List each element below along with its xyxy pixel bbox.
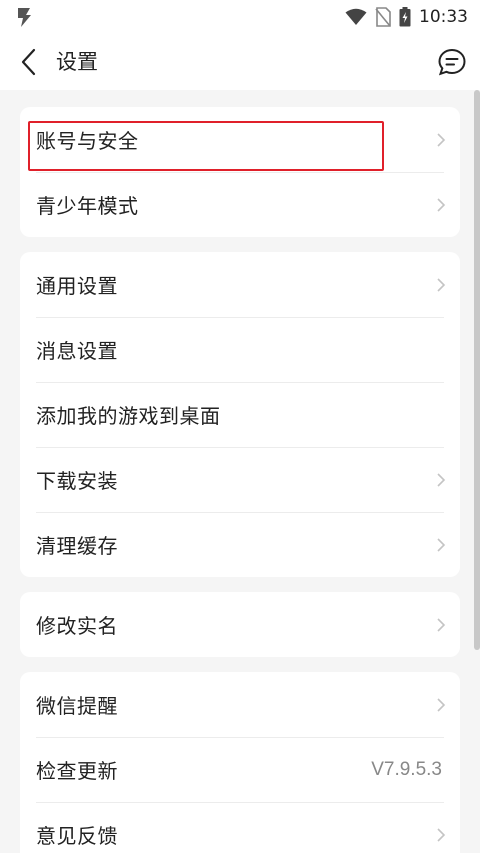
teen-mode-row[interactable]: 青少年模式 [20,172,460,237]
page-title: 设置 [56,50,98,74]
row-label: 添加我的游戏到桌面 [36,404,221,428]
chevron-right-icon [437,277,446,292]
add-games-to-desktop-row[interactable]: 添加我的游戏到桌面 [20,382,460,447]
row-label: 意见反馈 [36,824,118,848]
chevron-right-icon [437,617,446,632]
settings-group-general: 通用设置 消息设置 添加我的游戏到桌面 下载安装 清理缓存 [20,252,460,577]
chat-bubble-icon [438,48,466,76]
row-label: 修改实名 [36,614,118,638]
settings-group-realname: 修改实名 [20,592,460,657]
row-label: 青少年模式 [36,194,139,218]
no-sim-icon [375,7,391,27]
scrollbar-thumb[interactable] [474,90,480,650]
chevron-right-icon [437,697,446,712]
modify-real-name-row[interactable]: 修改实名 [20,592,460,657]
row-label: 账号与安全 [36,129,139,153]
version-value: V7.9.5.3 [371,758,442,780]
message-settings-row[interactable]: 消息设置 [20,317,460,382]
status-time: 10:33 [419,7,468,27]
header: 设置 [0,34,480,90]
row-label: 检查更新 [36,759,118,783]
chevron-right-icon [437,827,446,842]
row-label: 清理缓存 [36,534,118,558]
clear-cache-row[interactable]: 清理缓存 [20,512,460,577]
back-arrow-icon [21,48,36,76]
wechat-reminder-row[interactable]: 微信提醒 [20,672,460,737]
chevron-right-icon [437,537,446,552]
general-settings-row[interactable]: 通用设置 [20,252,460,317]
account-security-row[interactable]: 账号与安全 [20,107,460,172]
battery-charging-icon [399,7,411,27]
status-bar: 10:33 [0,0,480,34]
chevron-right-icon [437,472,446,487]
app-notification-icon [18,8,31,27]
row-label: 通用设置 [36,274,118,298]
settings-group-account: 账号与安全 青少年模式 [20,107,460,237]
chevron-right-icon [437,197,446,212]
check-update-row[interactable]: 检查更新 V7.9.5.3 [20,737,460,802]
row-label: 消息设置 [36,339,118,363]
settings-group-misc: 微信提醒 检查更新 V7.9.5.3 意见反馈 [20,672,460,853]
back-button[interactable] [10,44,46,80]
download-install-row[interactable]: 下载安装 [20,447,460,512]
row-label: 下载安装 [36,469,118,493]
row-label: 微信提醒 [36,694,118,718]
message-feedback-button[interactable] [434,44,470,80]
feedback-row[interactable]: 意见反馈 [20,802,460,853]
wifi-icon [345,8,367,25]
chevron-right-icon [437,132,446,147]
